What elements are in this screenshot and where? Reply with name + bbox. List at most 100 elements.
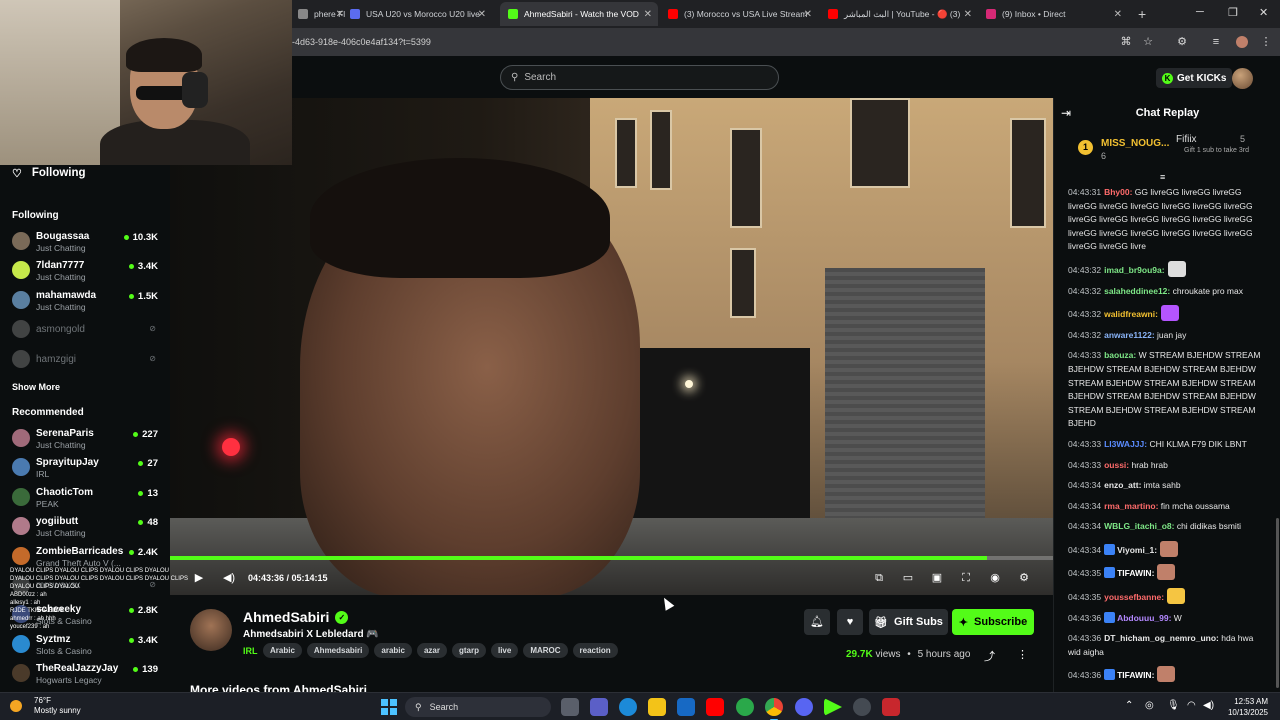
following-channel[interactable]: 7ldan7777 Just Chatting 3.4K: [12, 258, 162, 284]
show-more-link[interactable]: Show More: [12, 382, 60, 392]
chat-username[interactable]: DT_hicham_og_nemro_uno:: [1104, 633, 1219, 643]
channel-name[interactable]: AhmedSabiri: [243, 609, 329, 625]
get-kicks-button[interactable]: K Get KICKs: [1156, 68, 1233, 88]
browser-tab[interactable]: (9) Inbox • Direct ✕: [978, 2, 1128, 26]
task-view-icon[interactable]: [561, 698, 579, 716]
taskbar-search[interactable]: ⚲ Search: [405, 697, 551, 717]
url-text[interactable]: -4d63-918e-406c0e4af134?t=5399: [292, 37, 431, 47]
tab-close-icon[interactable]: ✕: [1114, 9, 1122, 20]
chat-username[interactable]: rma_martino:: [1104, 501, 1158, 511]
fullscreen-icon[interactable]: ⛶: [959, 571, 973, 585]
recommended-channel[interactable]: ChaoticTom PEAK 13: [12, 485, 162, 511]
kick-app-icon[interactable]: [824, 698, 842, 716]
reading-list-icon[interactable]: ≡: [1210, 36, 1222, 48]
start-button[interactable]: [381, 699, 397, 715]
file-explorer-icon[interactable]: [648, 698, 666, 716]
speaker-icon[interactable]: ◀): [1203, 700, 1214, 711]
tab-close-icon[interactable]: ✕: [478, 9, 486, 20]
tab-close-icon[interactable]: ✕: [644, 9, 652, 20]
browser-tab[interactable]: phere Fl ✕: [290, 2, 350, 26]
chat-username[interactable]: LI3WAJJJ:: [1104, 439, 1147, 449]
chat-username[interactable]: anware1122:: [1104, 330, 1155, 340]
video-progress-bar[interactable]: [170, 556, 1053, 560]
recommended-channel[interactable]: ZombieBarricades Grand Theft Auto V (... 2…: [12, 544, 162, 570]
chat-username[interactable]: walidfreawni:: [1104, 309, 1158, 319]
chat-username[interactable]: oussi:: [1104, 460, 1129, 470]
chat-username[interactable]: youssefbanne:: [1104, 592, 1164, 602]
chat-username[interactable]: Abdouuu_99:: [1117, 613, 1171, 623]
user-avatar[interactable]: [1232, 68, 1253, 89]
stream-tag[interactable]: MAROC: [523, 643, 568, 658]
chat-username[interactable]: baouza:: [1104, 350, 1136, 360]
subscribe-button[interactable]: ✦ Subscribe: [952, 609, 1034, 635]
stream-tag[interactable]: live: [490, 643, 519, 658]
weather-widget[interactable]: 76°F Mostly sunny: [10, 696, 81, 716]
chat-username[interactable]: Bhy00:: [1104, 187, 1132, 197]
discord-icon[interactable]: [795, 698, 813, 716]
theatre-mode-icon[interactable]: ▭: [901, 571, 915, 585]
following-channel[interactable]: mahamawda Just Chatting 1.5K: [12, 288, 162, 314]
extensions-icon[interactable]: ⚙: [1176, 36, 1188, 48]
category-link[interactable]: IRL: [243, 646, 258, 656]
more-options-icon[interactable]: ⋮: [1017, 648, 1028, 661]
settings-gear-icon[interactable]: ⚙: [1017, 571, 1031, 585]
xbox-icon[interactable]: [736, 698, 754, 716]
search-input[interactable]: [524, 72, 755, 83]
tray-overflow-icon[interactable]: ⌃: [1125, 700, 1133, 711]
youtube-icon[interactable]: [706, 698, 724, 716]
settings-app-icon[interactable]: [853, 698, 871, 716]
wifi-icon[interactable]: ◠: [1187, 700, 1196, 711]
maximize-icon[interactable]: ❐: [1228, 6, 1238, 19]
channel-name-row[interactable]: AhmedSabiri ✓: [243, 609, 349, 625]
mini-player-icon[interactable]: ▣: [930, 571, 944, 585]
tab-close-icon[interactable]: ✕: [804, 9, 812, 20]
chat-username[interactable]: enzo_att:: [1104, 480, 1141, 490]
following-channel[interactable]: Bougassaa Just Chatting 10.3K: [12, 229, 162, 255]
teams-icon[interactable]: [590, 698, 608, 716]
leaderboard-user-1[interactable]: MISS_NOUG...: [1101, 138, 1169, 149]
location-icon[interactable]: ◎: [1145, 700, 1154, 711]
chat-filter-icon[interactable]: ≡: [1160, 172, 1165, 182]
stream-tag[interactable]: Ahmedsabiri: [306, 643, 370, 658]
tab-close-icon[interactable]: ✕: [964, 9, 972, 20]
follow-heart-button[interactable]: ♥: [837, 609, 863, 635]
chat-username[interactable]: salaheddinee12:: [1104, 286, 1170, 296]
browser-tab[interactable]: AhmedSabiri - Watch the VOD ✕: [500, 2, 658, 26]
video-player[interactable]: ▶ ◀) 04:43:36 / 05:14:15 ⧉ ▭ ▣ ⛶ ◉ ⚙: [170, 98, 1053, 595]
translate-icon[interactable]: ⌘: [1120, 36, 1132, 48]
notification-bell-button[interactable]: 🔔︎: [804, 609, 830, 635]
following-channel[interactable]: asmongold ⊘: [12, 317, 162, 343]
microphone-icon[interactable]: 🎙︎: [1167, 700, 1180, 711]
chat-scrollbar[interactable]: [1276, 518, 1279, 688]
browser-tab[interactable]: USA U20 vs Morocco U20 live ✕: [342, 2, 492, 26]
gift-subs-button[interactable]: 🎁︎ Gift Subs: [869, 609, 948, 635]
share-icon[interactable]: ⤴: [984, 648, 995, 664]
recommended-channel[interactable]: Syztmz Slots & Casino 3.4K: [12, 632, 162, 658]
clip-icon[interactable]: ⧉: [872, 571, 886, 585]
recommended-channel[interactable]: SprayitupJay IRL 27: [12, 455, 162, 481]
stream-tag[interactable]: reaction: [572, 643, 618, 658]
stream-tag[interactable]: azar: [416, 643, 447, 658]
stream-tag[interactable]: gtarp: [451, 643, 486, 658]
profile-avatar-icon[interactable]: [1236, 36, 1248, 48]
browser-tab[interactable]: البث المباشر | YouTube - 🔴 (3) ✕: [820, 2, 978, 26]
outlook-icon[interactable]: [677, 698, 695, 716]
browser-menu-icon[interactable]: ⋮: [1260, 36, 1272, 48]
chat-username[interactable]: TIFAWIN:: [1117, 568, 1154, 578]
shield-app-icon[interactable]: [882, 698, 900, 716]
recommended-channel[interactable]: TheRealJazzyJay Hogwarts Legacy 139: [12, 661, 162, 687]
stream-tag[interactable]: Arabic: [263, 643, 302, 658]
recommended-channel[interactable]: SerenaParis Just Chatting 227: [12, 426, 162, 452]
chat-username[interactable]: Viyomi_1:: [1117, 545, 1157, 555]
leaderboard-user-2[interactable]: Fifiix: [1176, 134, 1197, 145]
minimize-icon[interactable]: ─: [1196, 6, 1204, 18]
chat-username[interactable]: imad_br9ou9a:: [1104, 265, 1164, 275]
taskbar-clock[interactable]: 12:53 AM 10/13/2025: [1220, 696, 1268, 718]
live-sync-icon[interactable]: ◉: [988, 571, 1002, 585]
following-nav[interactable]: ♡ Following: [12, 165, 86, 181]
bookmark-star-icon[interactable]: ☆: [1142, 36, 1154, 48]
edge-icon[interactable]: [619, 698, 637, 716]
close-window-icon[interactable]: ✕: [1259, 6, 1268, 19]
stream-tag[interactable]: arabic: [374, 643, 412, 658]
search-box[interactable]: ⚲: [500, 65, 779, 90]
